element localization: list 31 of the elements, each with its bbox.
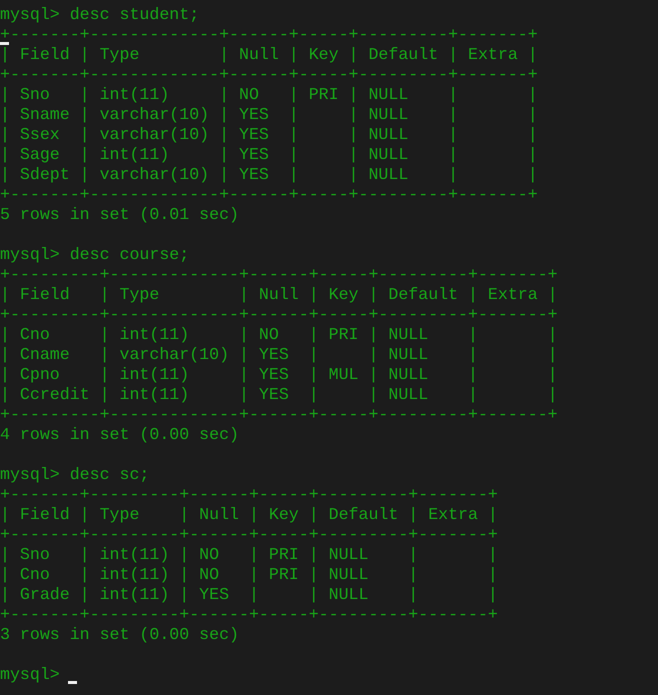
terminal-line: | Cpno | int(11) | YES | MUL | NULL | | — [0, 367, 558, 382]
terminal-line: | Sname | varchar(10) | YES | | NULL | | — [0, 107, 538, 122]
terminal-line: | Sno | int(11) | NO | PRI | NULL | | — [0, 87, 538, 102]
terminal-line: +---------+-------------+------+-----+---------+-------+ — [0, 307, 558, 322]
terminal-line: | Sage | int(11) | YES | | NULL | | — [0, 147, 538, 162]
terminal-line: +-------+---------+------+-----+---------+-------+ — [0, 607, 498, 622]
terminal-line: +-------+-------------+------+-----+---------+-------+ — [0, 67, 538, 82]
terminal-line: | Field | Type | Null | Key | Default | Extra | — [0, 507, 498, 522]
terminal-line: +-------+---------+------+-----+---------+-------+ — [0, 487, 498, 502]
terminal-line: 3 rows in set (0.00 sec) — [0, 627, 239, 642]
terminal-line: mysql> desc course; — [0, 247, 190, 262]
terminal-line: 5 rows in set (0.01 sec) — [0, 207, 239, 222]
terminal-line: | Ssex | varchar(10) | YES | | NULL | | — [0, 127, 538, 142]
terminal-line: | Ccredit | int(11) | YES | | NULL | | — [0, 387, 558, 402]
terminal-line: +-------+-------------+------+-----+---------+-------+ — [0, 27, 538, 42]
terminal-line: +-------+-------------+------+-----+---------+-------+ — [0, 187, 538, 202]
terminal-line: +---------+-------------+------+-----+---------+-------+ — [0, 407, 558, 422]
terminal-line: mysql> — [0, 667, 60, 682]
terminal-line: | Field | Type | Null | Key | Default | Extra | — [0, 287, 558, 302]
terminal-line: mysql> desc student; — [0, 7, 200, 22]
terminal-line: | Sno | int(11) | NO | PRI | NULL | | — [0, 547, 498, 562]
terminal-line: | Sdept | varchar(10) | YES | | NULL | | — [0, 167, 538, 182]
terminal-line: | Grade | int(11) | YES | | NULL | | — [0, 587, 498, 602]
terminal-line: | Field | Type | Null | Key | Default | Extra | — [0, 47, 538, 62]
terminal-line: 4 rows in set (0.00 sec) — [0, 427, 239, 442]
terminal-line: +-------+---------+------+-----+---------+-------+ — [0, 527, 498, 542]
terminal-line: | Cname | varchar(10) | YES | | NULL | | — [0, 347, 558, 362]
terminal-line: | Cno | int(11) | NO | PRI | NULL | | — [0, 567, 498, 582]
terminal-line: | Cno | int(11) | NO | PRI | NULL | | — [0, 327, 558, 342]
terminal-line: mysql> desc sc; — [0, 467, 150, 482]
terminal-line: +---------+-------------+------+-----+---------+-------+ — [0, 267, 558, 282]
